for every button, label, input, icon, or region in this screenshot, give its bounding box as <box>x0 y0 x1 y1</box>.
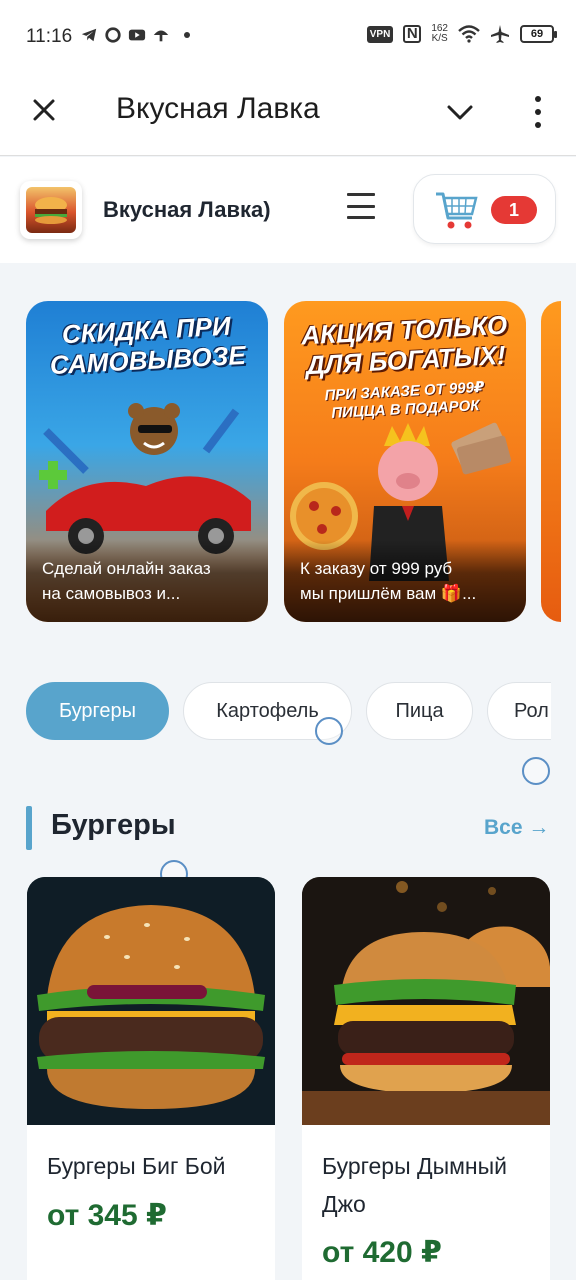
banner-headline: Акция только для богатых! <box>300 309 508 381</box>
fast-food-logo-icon <box>26 187 76 233</box>
close-icon <box>33 99 55 121</box>
close-button[interactable] <box>28 94 60 126</box>
more-dot <box>535 109 541 115</box>
burger-image <box>27 877 275 1125</box>
see-all-link[interactable]: Все → <box>484 816 549 840</box>
promo-banner-rich[interactable]: Акция только для богатых! При заказе от … <box>284 301 526 622</box>
category-chip-burgers[interactable]: Бургеры <box>26 682 169 740</box>
youtube-icon <box>128 29 146 41</box>
banner-caption-line: Сделай онлайн заказ <box>42 559 211 578</box>
cart-button[interactable]: 1 <box>413 174 556 244</box>
more-dot <box>535 96 541 102</box>
touch-indicator <box>315 717 343 745</box>
shopping-cart-icon <box>436 192 478 229</box>
category-chip-rolls[interactable]: Рол <box>487 682 551 740</box>
cart-count-badge: 1 <box>491 196 537 224</box>
telegram-icon <box>81 28 97 42</box>
shop-logo[interactable] <box>20 181 82 239</box>
more-options-button[interactable] <box>524 94 552 130</box>
shop-name[interactable]: Вкусная Лавка) <box>103 197 271 223</box>
more-dot <box>535 122 541 128</box>
chat-icon <box>105 27 121 43</box>
nfc-icon: N <box>403 25 422 43</box>
dot-icon <box>184 32 190 38</box>
site-header: Вкусная Лавка) 1 <box>0 157 576 263</box>
expand-button[interactable] <box>444 96 476 128</box>
section-accent-bar <box>26 806 32 850</box>
network-speed: 162 K/S <box>431 24 448 44</box>
wifi-icon <box>458 25 480 43</box>
product-name: Бургеры Биг Бой <box>47 1153 226 1179</box>
page-title: Вкусная Лавка <box>116 92 320 125</box>
status-time: 11:16 <box>26 26 73 47</box>
burger-image <box>302 877 550 1125</box>
notification-icons <box>80 26 190 44</box>
product-card[interactable]: Бургеры Дымный Джо от 420 ₽ <box>302 877 550 1280</box>
touch-indicator <box>522 757 550 785</box>
speed-unit: K/S <box>431 33 448 44</box>
banner-caption: К заказу от 999 руб мы пришлём вам 🎁... <box>284 540 526 622</box>
battery-icon: 69 <box>520 25 557 43</box>
banner-caption-line: мы пришлём вам 🎁... <box>300 584 477 603</box>
airplane-icon <box>491 25 509 43</box>
system-icons: VPN N 162 K/S 69 <box>366 24 557 44</box>
banner-caption-line: К заказу от 999 руб <box>300 559 453 578</box>
banner-subheadline: При заказе от 999₽ пицца в подарок <box>324 378 485 422</box>
product-name: Бургеры Дымный Джо <box>322 1153 508 1217</box>
app-bar: Вкусная Лавка <box>0 72 576 156</box>
status-bar: 11:16 VPN N 162 K/S 69 <box>0 0 576 72</box>
promo-banner-partial[interactable] <box>541 301 561 622</box>
product-card[interactable]: Бургеры Биг Бой от 345 ₽ <box>27 877 275 1280</box>
mushroom-icon <box>153 30 169 42</box>
category-chip-pizza[interactable]: Пица <box>366 682 473 740</box>
chevron-down-icon <box>447 105 473 120</box>
bear-car-illustration <box>39 403 251 554</box>
banner-headline: Скидка при самовывозе <box>49 310 247 381</box>
vpn-indicator: VPN <box>366 25 394 43</box>
banner-caption-line: на самовывоз и... <box>42 584 181 603</box>
product-price: от 420 ₽ <box>322 1236 442 1269</box>
section-title: Бургеры <box>51 809 176 841</box>
promo-banner-pickup[interactable]: Скидка при самовывозе Сделай онлайн зака… <box>26 301 268 622</box>
product-price: от 345 ₽ <box>47 1199 167 1232</box>
hamburger-menu-icon[interactable] <box>347 193 375 219</box>
banner-caption: Сделай онлайн заказ на самовывоз и... <box>26 540 268 622</box>
